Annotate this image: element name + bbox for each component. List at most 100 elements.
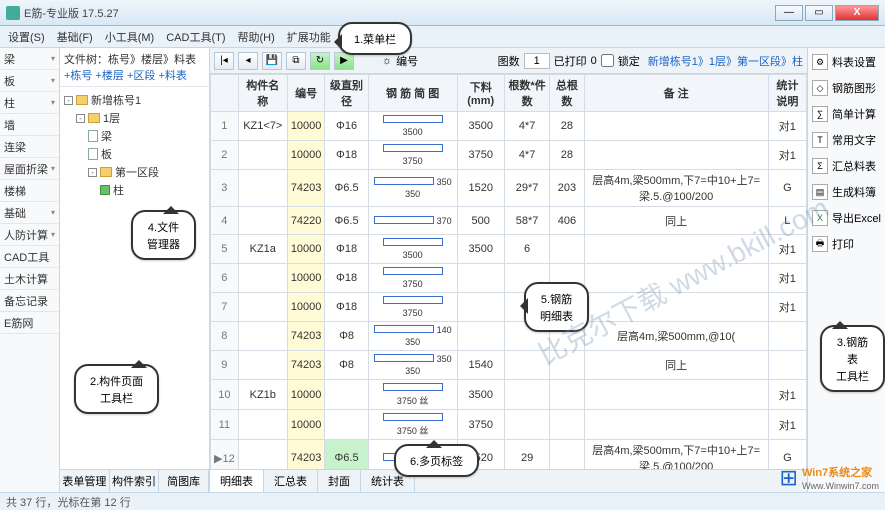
cell[interactable]: 3500 xyxy=(368,112,457,141)
cell[interactable]: Φ18 xyxy=(325,141,368,170)
cell[interactable]: G xyxy=(768,440,806,470)
cell[interactable] xyxy=(550,380,584,410)
cell[interactable]: 3750 xyxy=(368,141,457,170)
cell[interactable]: 29 xyxy=(504,440,549,470)
cell[interactable]: 对1 xyxy=(768,380,806,410)
table-row[interactable]: 1KZ1<7>10000Φ16 350035004*728对1 xyxy=(211,112,807,141)
menu-help[interactable]: 帮助(H) xyxy=(234,27,279,47)
cell[interactable]: 10000 xyxy=(287,293,325,322)
cell[interactable] xyxy=(504,410,549,440)
rt-calc[interactable]: ∑简单计算 xyxy=(810,104,883,124)
cell[interactable]: 8 xyxy=(211,322,239,351)
table-row[interactable]: 610000Φ18 3750对1 xyxy=(211,264,807,293)
col-header[interactable]: 总根数 xyxy=(550,75,584,112)
cell[interactable]: 3750 xyxy=(457,141,504,170)
cell[interactable]: 10000 xyxy=(287,235,325,264)
cell[interactable]: 1520 xyxy=(457,440,504,470)
cell[interactable]: Φ18 xyxy=(325,264,368,293)
cell[interactable]: 3750 xyxy=(457,410,504,440)
cell[interactable]: 6 xyxy=(504,235,549,264)
cell[interactable]: 3500 xyxy=(368,235,457,264)
cell[interactable] xyxy=(238,410,287,440)
cell[interactable] xyxy=(584,235,768,264)
cell[interactable]: 5 xyxy=(211,235,239,264)
minimize-button[interactable]: — xyxy=(775,5,803,21)
cell[interactable]: 28 xyxy=(550,141,584,170)
cell[interactable]: 7 xyxy=(211,293,239,322)
cell[interactable] xyxy=(504,351,549,380)
cell[interactable] xyxy=(550,410,584,440)
col-header[interactable]: 下料(mm) xyxy=(457,75,504,112)
cell[interactable]: 9 xyxy=(211,351,239,380)
cell[interactable]: 层高4m,梁500mm,下7=中10+上7=梁.5.@100/200 xyxy=(584,170,768,207)
table-row[interactable]: 374203Φ6.5 350 350152029*7203层高4m,梁500mm… xyxy=(211,170,807,207)
cell[interactable] xyxy=(504,293,549,322)
treetab-lib[interactable]: 简图库 xyxy=(159,470,209,492)
nav-first-button[interactable]: |◂ xyxy=(214,52,234,70)
rt-gen[interactable]: ▤生成料簿 xyxy=(810,182,883,202)
cell[interactable]: 1 xyxy=(211,112,239,141)
cell[interactable]: Φ8 xyxy=(325,351,368,380)
cell[interactable] xyxy=(768,322,806,351)
cell[interactable] xyxy=(504,380,549,410)
cell[interactable]: 203 xyxy=(550,170,584,207)
menu-cad[interactable]: CAD工具(T) xyxy=(162,27,229,47)
col-header[interactable]: 备 注 xyxy=(584,75,768,112)
cell[interactable]: Φ16 xyxy=(325,112,368,141)
nav-base[interactable]: 基础▾ xyxy=(0,202,59,224)
treetab-index[interactable]: 构件索引 xyxy=(110,470,160,492)
cell[interactable]: 对1 xyxy=(768,264,806,293)
refresh-button[interactable]: ↻ xyxy=(310,52,330,70)
cell[interactable]: 同上 xyxy=(584,351,768,380)
cell[interactable]: 74203 xyxy=(287,322,325,351)
menu-ext[interactable]: 扩展功能 xyxy=(283,27,335,47)
close-button[interactable]: X xyxy=(835,5,879,21)
cell[interactable] xyxy=(325,410,368,440)
tree-floor[interactable]: -1层 xyxy=(76,109,205,127)
menu-basic[interactable]: 基础(F) xyxy=(53,27,97,47)
cell[interactable] xyxy=(238,322,287,351)
cell[interactable]: 4 xyxy=(211,207,239,235)
tree-item-beam[interactable]: 梁 xyxy=(88,127,205,145)
rt-excel[interactable]: X导出Excel xyxy=(810,208,883,228)
cell[interactable] xyxy=(584,141,768,170)
menu-settings[interactable]: 设置(S) xyxy=(4,27,49,47)
cell[interactable]: 1520 xyxy=(457,170,504,207)
cell[interactable]: 3750 xyxy=(368,293,457,322)
nav-column[interactable]: 柱▾ xyxy=(0,92,59,114)
cell[interactable]: 500 xyxy=(457,207,504,235)
cell[interactable]: KZ1<7> xyxy=(238,112,287,141)
cell[interactable] xyxy=(238,293,287,322)
rt-text[interactable]: T常用文字 xyxy=(810,130,883,150)
col-header[interactable]: 统计说明 xyxy=(768,75,806,112)
nav-cadtool[interactable]: CAD工具 xyxy=(0,246,59,268)
cell[interactable]: L xyxy=(768,207,806,235)
tree-item-slab[interactable]: 板 xyxy=(88,145,205,163)
cell[interactable]: Φ6.5 xyxy=(325,440,368,470)
tab-cover[interactable]: 封面 xyxy=(318,470,361,492)
cell[interactable] xyxy=(550,264,584,293)
cell[interactable] xyxy=(457,264,504,293)
cell[interactable]: Φ18 xyxy=(325,293,368,322)
col-header[interactable]: 构件名称 xyxy=(238,75,287,112)
nav-slab[interactable]: 板▾ xyxy=(0,70,59,92)
cell[interactable]: 10000 xyxy=(287,380,325,410)
cell[interactable]: Φ18 xyxy=(325,235,368,264)
detail-grid[interactable]: 构件名称编号级直别径钢 筋 简 图下料(mm)根数*件数总根数备 注统计说明 1… xyxy=(210,74,807,469)
cell[interactable]: 28 xyxy=(550,112,584,141)
cell[interactable]: 10000 xyxy=(287,141,325,170)
cell[interactable] xyxy=(550,322,584,351)
tab-stat[interactable]: 统计表 xyxy=(361,470,415,492)
cell[interactable]: 同上 xyxy=(584,207,768,235)
cell[interactable]: 3500 xyxy=(457,380,504,410)
cell[interactable]: 2 xyxy=(211,141,239,170)
cell[interactable]: 74203 xyxy=(287,440,325,470)
cell[interactable]: 层高4m,梁500mm,@10( xyxy=(584,322,768,351)
cell[interactable]: 10000 xyxy=(287,112,325,141)
rt-shape[interactable]: ◇钢筋图形 xyxy=(810,78,883,98)
cell[interactable] xyxy=(504,322,549,351)
tree-root[interactable]: -新增栋号1 xyxy=(64,91,205,109)
rt-print[interactable]: 🖶打印 xyxy=(810,234,883,254)
page-input[interactable] xyxy=(524,53,550,69)
cell[interactable] xyxy=(504,264,549,293)
